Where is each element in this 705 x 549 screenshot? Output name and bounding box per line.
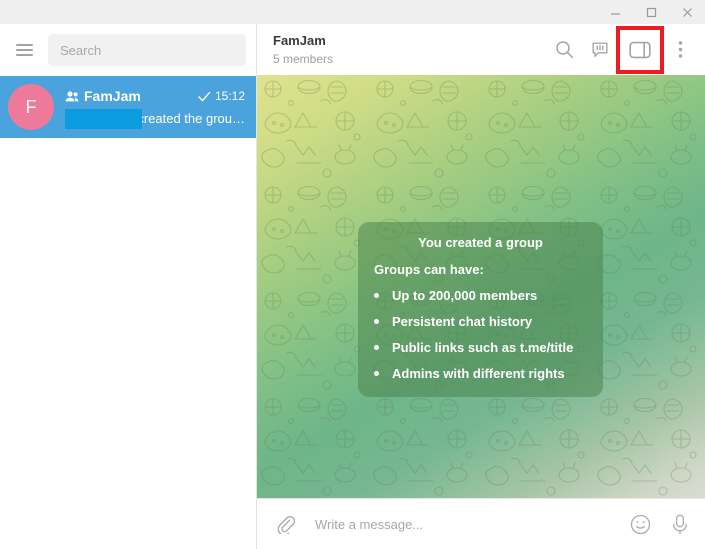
page-title: FamJam — [273, 32, 326, 48]
list-item: Up to 200,000 members — [374, 288, 587, 303]
chat-item-preview-row: created the grou… — [65, 108, 245, 129]
chat-item-title: FamJam — [84, 88, 141, 104]
list-item-label: Public links such as t.me/title — [392, 340, 574, 355]
avatar-letter: F — [25, 96, 37, 117]
message-lead: Groups can have: — [374, 262, 484, 277]
sent-check-icon — [198, 91, 211, 101]
window-title-bar — [0, 0, 705, 24]
message-input-placeholder: Write a message... — [315, 516, 424, 532]
chat-item-time: 15:12 — [214, 89, 245, 103]
chat-header-titles: FamJam 5 members — [273, 33, 547, 67]
info-sidebar-toggle-icon[interactable] — [616, 25, 664, 74]
group-members-icon — [65, 90, 79, 101]
list-item-label: Up to 200,000 members — [392, 288, 538, 303]
chat-members-count: 5 members — [273, 51, 334, 66]
pinned-messages-icon[interactable] — [583, 33, 617, 67]
list-item[interactable]: F FamJam 15:12 created the grou… — [0, 76, 256, 138]
message-feature-list: Up to 200,000 members Persistent chat hi… — [374, 288, 587, 381]
message-composer: Write a message... — [257, 498, 705, 549]
emoji-icon[interactable] — [627, 511, 653, 537]
chat-header-actions — [547, 25, 697, 74]
list-item: Admins with different rights — [374, 366, 587, 381]
chat-item-preview: created the grou… — [137, 111, 245, 126]
sidebar-top-bar: Search — [0, 24, 256, 76]
bullet-icon — [374, 319, 379, 324]
message-input[interactable]: Write a message... — [315, 517, 627, 532]
bullet-icon — [374, 345, 379, 350]
chat-pane: FamJam 5 members You created a group Gro… — [257, 24, 705, 549]
close-button[interactable] — [669, 0, 705, 24]
minimize-button[interactable] — [597, 0, 633, 24]
composer-actions — [627, 511, 693, 537]
search-input[interactable]: Search — [48, 34, 246, 66]
chat-header: FamJam 5 members — [257, 24, 705, 75]
message-area: You created a group Groups can have: Up … — [257, 75, 705, 498]
list-item-label: Persistent chat history — [392, 314, 533, 329]
maximize-button[interactable] — [633, 0, 669, 24]
bullet-icon — [374, 293, 379, 298]
chat-item-meta: 15:12 — [198, 89, 245, 103]
service-message-bubble: You created a group Groups can have: Up … — [358, 222, 603, 397]
chat-list: F FamJam 15:12 created the grou… — [0, 76, 256, 549]
bullet-icon — [374, 371, 379, 376]
chat-item-top-row: FamJam 15:12 — [65, 87, 245, 106]
chat-name-wrap: FamJam — [65, 88, 141, 104]
message-title: You created a group — [418, 235, 543, 250]
voice-message-icon[interactable] — [667, 511, 693, 537]
sidebar: Search F FamJam 15:12 created the grou… — [0, 24, 257, 549]
search-placeholder: Search — [60, 42, 102, 58]
list-item: Public links such as t.me/title — [374, 340, 587, 355]
hamburger-menu-icon[interactable] — [8, 34, 40, 66]
telegram-window: Search F FamJam 15:12 created the grou… … — [0, 0, 705, 549]
search-icon[interactable] — [547, 33, 581, 67]
list-item: Persistent chat history — [374, 314, 587, 329]
list-item-label: Admins with different rights — [392, 366, 565, 381]
chat-item-content: FamJam 15:12 created the grou… — [65, 87, 245, 129]
attach-file-icon[interactable] — [271, 510, 299, 538]
redaction-overlay — [65, 108, 142, 129]
avatar: F — [8, 84, 54, 130]
more-options-icon[interactable] — [663, 33, 697, 67]
